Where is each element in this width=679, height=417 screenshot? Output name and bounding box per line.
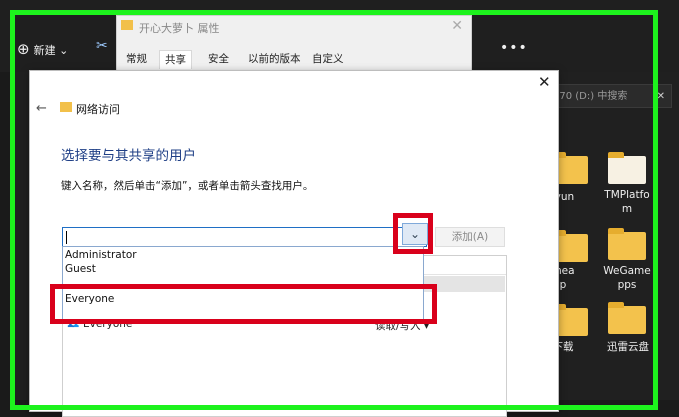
- folder-icon: [60, 102, 72, 112]
- new-button[interactable]: ⊕ 新建 ⌄: [17, 40, 68, 58]
- tab-previous-versions[interactable]: 以前的版本: [243, 50, 306, 68]
- folder-icon[interactable]: [608, 228, 646, 260]
- close-icon[interactable]: ✕: [538, 73, 551, 91]
- tab-general[interactable]: 常规: [121, 50, 152, 68]
- dropdown-arrow-button[interactable]: ⌄: [402, 223, 428, 245]
- back-arrow-icon[interactable]: ←: [36, 101, 47, 116]
- properties-title: 开心大萝卜 属性: [139, 22, 220, 35]
- text-caret: [66, 231, 67, 244]
- search-input[interactable]: 570 (D:) 中搜索 ✕: [548, 84, 672, 108]
- folder-icon[interactable]: [608, 152, 646, 184]
- network-access-dialog: ✕ ← 网络访问 选择要与其共享的用户 键入名称，然后单击“添加”，或者单击箭头…: [29, 70, 559, 417]
- dropdown-option-everyone[interactable]: Everyone: [65, 293, 114, 305]
- close-icon[interactable]: ✕: [657, 85, 665, 109]
- tab-customize[interactable]: 自定义: [307, 50, 349, 68]
- user-name-input[interactable]: [62, 227, 427, 247]
- plus-icon: ⊕: [17, 40, 30, 58]
- dialog-heading: 选择要与其共享的用户: [61, 148, 196, 164]
- folder-label: TMPlatfo m: [604, 189, 650, 215]
- folder-label: WeGame pps: [603, 265, 651, 291]
- folder-label: 迅雷云盘: [607, 341, 649, 353]
- navigation-pane: [0, 72, 12, 400]
- user-dropdown-list: Administrator Guest Everyone: [62, 246, 424, 322]
- more-icon[interactable]: •••: [500, 40, 528, 56]
- chevron-down-icon: ⌄: [409, 227, 421, 241]
- folder-icon[interactable]: [608, 302, 646, 334]
- triangle-down-icon: ▾: [423, 320, 430, 332]
- folder-icon: [121, 20, 133, 30]
- dropdown-option-guest[interactable]: Guest: [65, 263, 96, 275]
- dropdown-option-administrator[interactable]: Administrator: [65, 249, 137, 261]
- search-placeholder: 570 (D:) 中搜索: [553, 91, 628, 102]
- add-button[interactable]: 添加(A): [435, 227, 505, 247]
- new-label: 新建: [33, 44, 56, 57]
- close-icon[interactable]: ✕: [451, 18, 463, 34]
- dialog-instruction: 键入名称，然后单击“添加”，或者单击箭头查找用户。: [61, 180, 314, 192]
- dialog-title: 网络访问: [76, 103, 120, 116]
- tab-sharing[interactable]: 共享: [159, 50, 192, 69]
- cut-icon[interactable]: ✂: [96, 38, 108, 54]
- tab-security[interactable]: 安全: [203, 50, 234, 68]
- chevron-down-icon: ⌄: [59, 44, 69, 57]
